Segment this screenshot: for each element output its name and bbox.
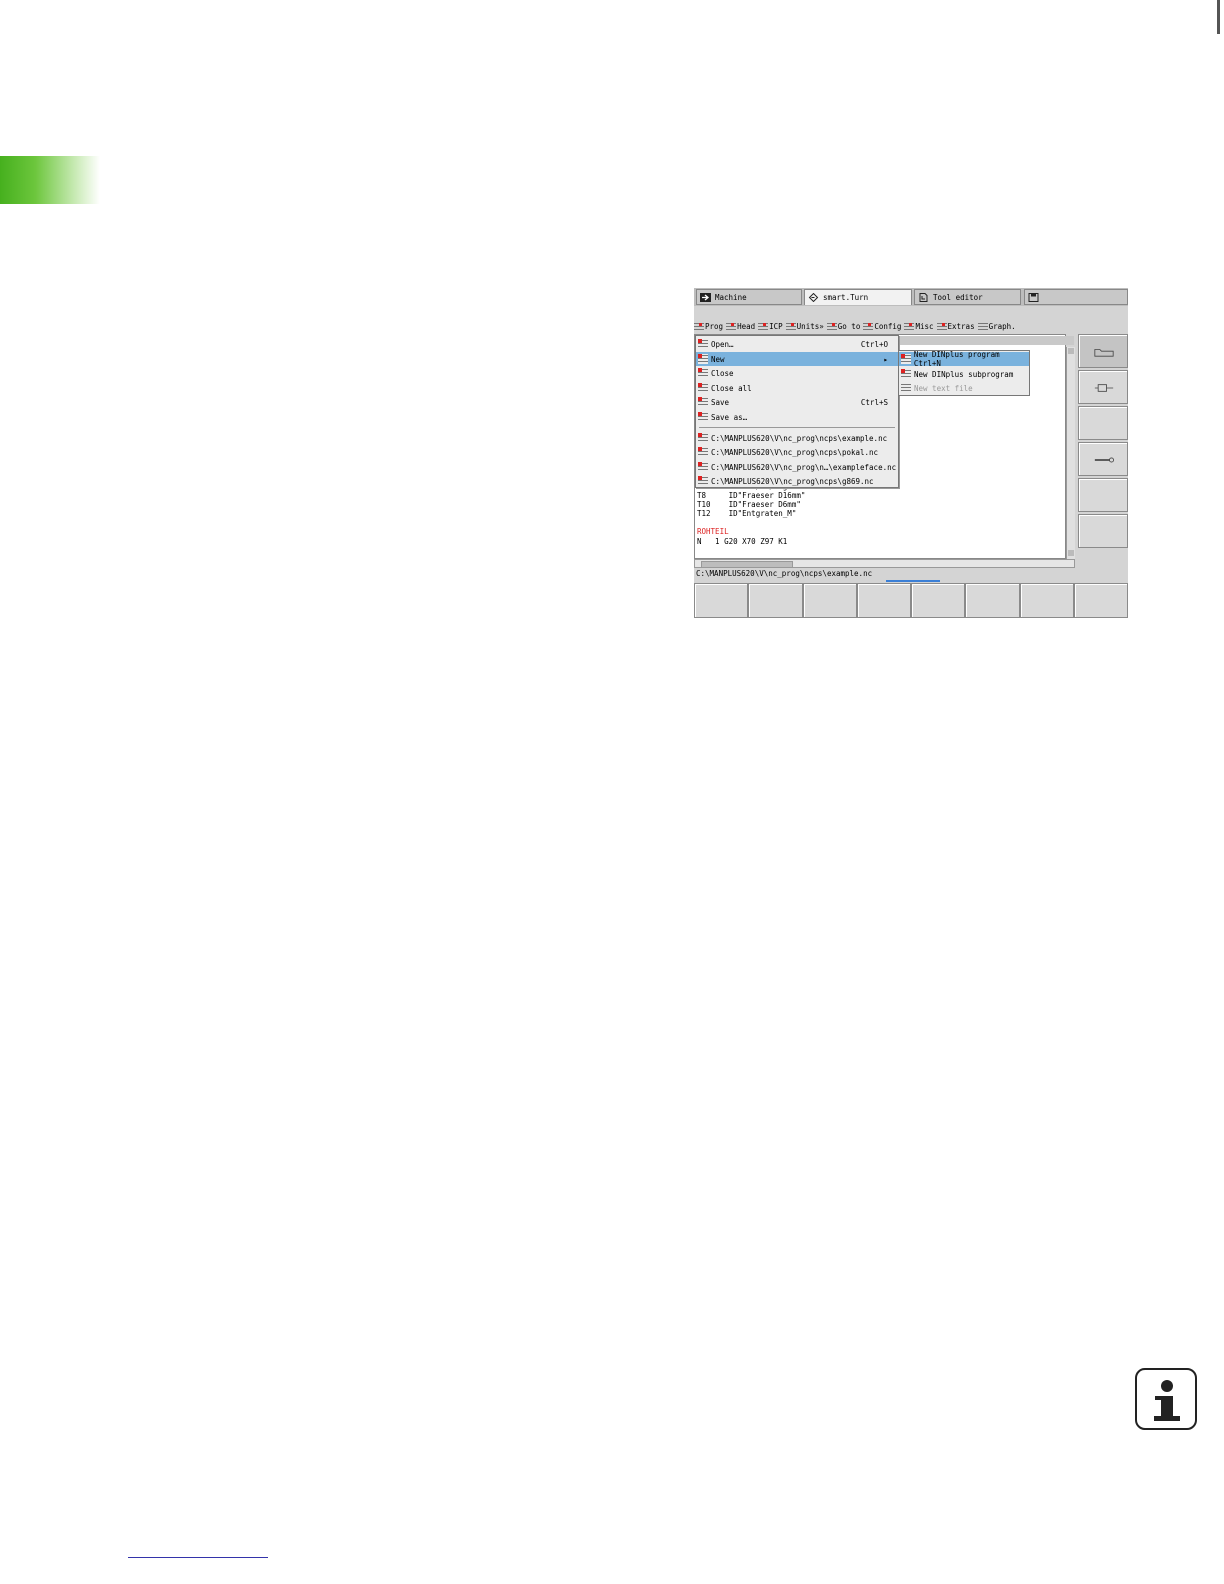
- menu-separator: [699, 427, 895, 428]
- softkey-blank[interactable]: [1078, 514, 1128, 548]
- menu-bar: Prog Head ICP Units» Go to Config Misc E…: [694, 320, 1128, 333]
- code-line: N 1 G20 X70 Z97 K1: [697, 537, 788, 546]
- menu-item-new-dinplus-program[interactable]: New DINplus program Ctrl+N: [899, 350, 1029, 368]
- code-line: T12 ID"Entgraten_M": [697, 509, 797, 518]
- softkey-7[interactable]: [1019, 583, 1074, 618]
- softkey-6[interactable]: [965, 583, 1020, 618]
- horizontal-scrollbar[interactable]: [694, 559, 1075, 568]
- chapter-tab-marker: [0, 156, 100, 204]
- menu-head[interactable]: Head: [726, 321, 755, 332]
- file-icon: [698, 433, 708, 443]
- softkey-8[interactable]: [1073, 583, 1128, 618]
- code-section-label: ROHTEIL: [697, 527, 729, 536]
- softkey-folder[interactable]: [1078, 334, 1128, 368]
- control-screen: Machine smart.Turn Tool editor Prog Head…: [694, 288, 1128, 618]
- vertical-softkeys: [1078, 334, 1128, 580]
- softkey-wrench[interactable]: [1078, 442, 1128, 476]
- wrench-icon: [1094, 457, 1114, 463]
- grid-icon: [726, 321, 737, 332]
- grid-icon: [694, 321, 704, 332]
- menu-item-open[interactable]: Open… Ctrl+O: [696, 337, 898, 351]
- save-icon: [698, 397, 708, 407]
- floppy-disk-icon: [1028, 292, 1039, 302]
- arrow-right-icon: [700, 292, 711, 302]
- tab-label: smart.Turn: [823, 293, 869, 302]
- text-file-icon: [901, 383, 911, 393]
- tab-tool-editor[interactable]: Tool editor: [914, 289, 1021, 305]
- menu-go-to[interactable]: Go to: [826, 321, 860, 332]
- menu-graph[interactable]: Graph.: [977, 321, 1016, 332]
- program-icon: [901, 354, 911, 364]
- grid-icon: [758, 321, 769, 332]
- menu-item-save[interactable]: Save Ctrl+S: [696, 395, 898, 409]
- softkey-2[interactable]: [748, 583, 803, 618]
- page-edge-rule: [1217, 0, 1220, 34]
- menu-item-new-dinplus-subprogram[interactable]: New DINplus subprogram: [899, 367, 1029, 381]
- prog-dropdown-menu: Open… Ctrl+O New ▸ Close Close all Save Ctr…: [695, 335, 899, 488]
- open-file-icon: [698, 339, 708, 349]
- menu-item-new-text-file: New text file: [899, 381, 1029, 395]
- subprogram-icon: [901, 369, 911, 379]
- vertical-scrollbar[interactable]: [1066, 347, 1075, 559]
- recent-file-item[interactable]: C:\MANPLUS620\V\nc_prog\ncps\example.nc: [696, 431, 898, 445]
- new-submenu: New DINplus program Ctrl+N New DINplus s…: [898, 350, 1030, 396]
- grid-icon: [936, 321, 947, 332]
- softkey-4[interactable]: [856, 583, 911, 618]
- mode-tabs: Machine smart.Turn Tool editor: [694, 288, 1128, 306]
- save-as-icon: [698, 412, 708, 422]
- softkey-tool-holder[interactable]: [1078, 370, 1128, 404]
- file-icon: [698, 447, 708, 457]
- grid-icon: [863, 321, 874, 332]
- menu-prog[interactable]: Prog: [694, 321, 723, 332]
- menu-item-close-all[interactable]: Close all: [696, 381, 898, 395]
- editor-header-strip: [894, 336, 1074, 345]
- menu-item-new[interactable]: New ▸: [696, 352, 898, 366]
- horizontal-softkeys: [694, 583, 1128, 618]
- folder-icon: [1094, 349, 1114, 357]
- tab-smart-turn[interactable]: smart.Turn: [804, 289, 912, 305]
- softkey-5[interactable]: [911, 583, 966, 618]
- softkey-1[interactable]: [694, 583, 749, 618]
- file-icon: [698, 462, 708, 472]
- tab-label: Tool editor: [933, 292, 983, 302]
- tab-label: Machine: [715, 292, 747, 302]
- softkey-blank[interactable]: [1078, 478, 1128, 512]
- new-file-icon: [698, 354, 708, 364]
- grid-icon: [977, 321, 988, 332]
- softkey-blank[interactable]: [1078, 406, 1128, 440]
- tab-machine[interactable]: Machine: [696, 289, 802, 305]
- scroll-down-arrow-icon[interactable]: [1068, 550, 1074, 556]
- grid-icon: [785, 321, 796, 332]
- menu-extras[interactable]: Extras: [936, 321, 975, 332]
- tab-save[interactable]: [1024, 289, 1128, 305]
- diamond-arrow-icon: [808, 292, 819, 303]
- menu-item-close[interactable]: Close: [696, 366, 898, 380]
- menu-icp[interactable]: ICP: [758, 321, 783, 332]
- status-path: C:\MANPLUS620\V\nc_prog\ncps\example.nc: [694, 569, 1128, 579]
- scroll-up-arrow-icon[interactable]: [1068, 348, 1074, 354]
- info-icon: [1135, 1368, 1197, 1430]
- recent-file-item[interactable]: C:\MANPLUS620\V\nc_prog\n…\exampleface.n…: [696, 460, 898, 474]
- recent-file-item[interactable]: C:\MANPLUS620\V\nc_prog\ncps\pokal.nc: [696, 445, 898, 459]
- horizontal-scroll-thumb[interactable]: [701, 561, 793, 568]
- menu-misc[interactable]: Misc: [904, 321, 934, 332]
- close-file-icon: [698, 368, 708, 378]
- footer-link-line: [128, 1557, 268, 1558]
- menu-item-save-as[interactable]: Save as…: [696, 410, 898, 424]
- file-icon: [698, 476, 708, 486]
- menu-units[interactable]: Units»: [785, 321, 824, 332]
- tool-holder-icon: [1094, 384, 1114, 392]
- progress-indicator: [886, 580, 940, 582]
- recent-file-item[interactable]: C:\MANPLUS620\V\nc_prog\ncps\g869.nc: [696, 474, 898, 488]
- close-all-icon: [698, 383, 708, 393]
- menu-config[interactable]: Config: [863, 321, 901, 332]
- tool-file-icon: [918, 292, 929, 302]
- grid-icon: [904, 321, 915, 332]
- grid-icon: [826, 321, 837, 332]
- softkey-3[interactable]: [802, 583, 857, 618]
